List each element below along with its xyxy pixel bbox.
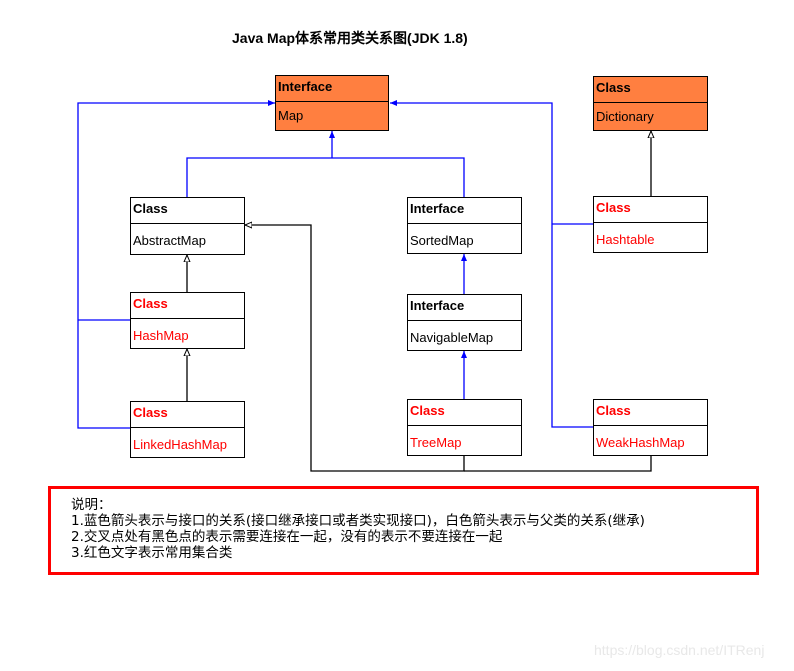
node-kind: Class — [594, 197, 707, 223]
node-abstractmap: Class AbstractMap — [130, 197, 245, 255]
node-treemap: Class TreeMap — [407, 399, 522, 456]
node-kind: Class — [131, 402, 244, 428]
note-line-2: 2.交叉点处有黑色点的表示需要连接在一起，没有的表示不要连接在一起 — [71, 529, 503, 545]
node-navigablemap: Interface NavigableMap — [407, 294, 522, 351]
node-sortedmap: Interface SortedMap — [407, 197, 522, 254]
node-name: Dictionary — [596, 109, 654, 124]
note-line-3: 3.红色文字表示常用集合类 — [71, 545, 233, 561]
node-hashmap: Class HashMap — [130, 292, 245, 349]
node-hashtable: Class Hashtable — [593, 196, 708, 253]
edge-weakhashmap-abstractmap — [464, 456, 652, 472]
node-name: HashMap — [133, 328, 189, 343]
node-name: LinkedHashMap — [133, 437, 227, 452]
node-name: TreeMap — [410, 435, 462, 450]
legend-note: 说明： 1.蓝色箭头表示与接口的关系(接口继承接口或者类实现接口)，白色箭头表示… — [48, 486, 759, 575]
node-kind: Interface — [408, 198, 521, 224]
node-kind: Class — [131, 293, 244, 319]
node-name: AbstractMap — [133, 233, 206, 248]
node-name: Hashtable — [596, 232, 655, 247]
node-name: Map — [278, 108, 304, 123]
node-kind: Class — [131, 198, 244, 224]
edge-linkedhashmap-map — [77, 100, 275, 429]
node-kind: Class — [408, 400, 521, 426]
node-dictionary: Class Dictionary — [593, 76, 708, 131]
edge-abstractmap-map — [186, 157, 465, 197]
node-name: NavigableMap — [410, 330, 494, 345]
node-kind: Class — [594, 400, 707, 426]
node-map: Interface Map — [275, 75, 389, 131]
note-heading: 说明： — [71, 497, 112, 513]
node-name: WeakHashMap — [596, 435, 685, 450]
edge-weakhashmap-map — [390, 100, 594, 428]
watermark: https://blog.csdn.net/ITRenj — [594, 642, 765, 658]
node-linkedhashmap: Class LinkedHashMap — [130, 401, 245, 458]
node-name: SortedMap — [410, 233, 474, 248]
node-kind: Class — [594, 77, 707, 103]
note-line-1: 1.蓝色箭头表示与接口的关系(接口继承接口或者类实现接口)，白色箭头表示与父类的… — [71, 513, 645, 529]
node-weakhashmap: Class WeakHashMap — [593, 399, 708, 456]
node-kind: Interface — [408, 295, 521, 321]
node-kind: Interface — [276, 76, 388, 102]
